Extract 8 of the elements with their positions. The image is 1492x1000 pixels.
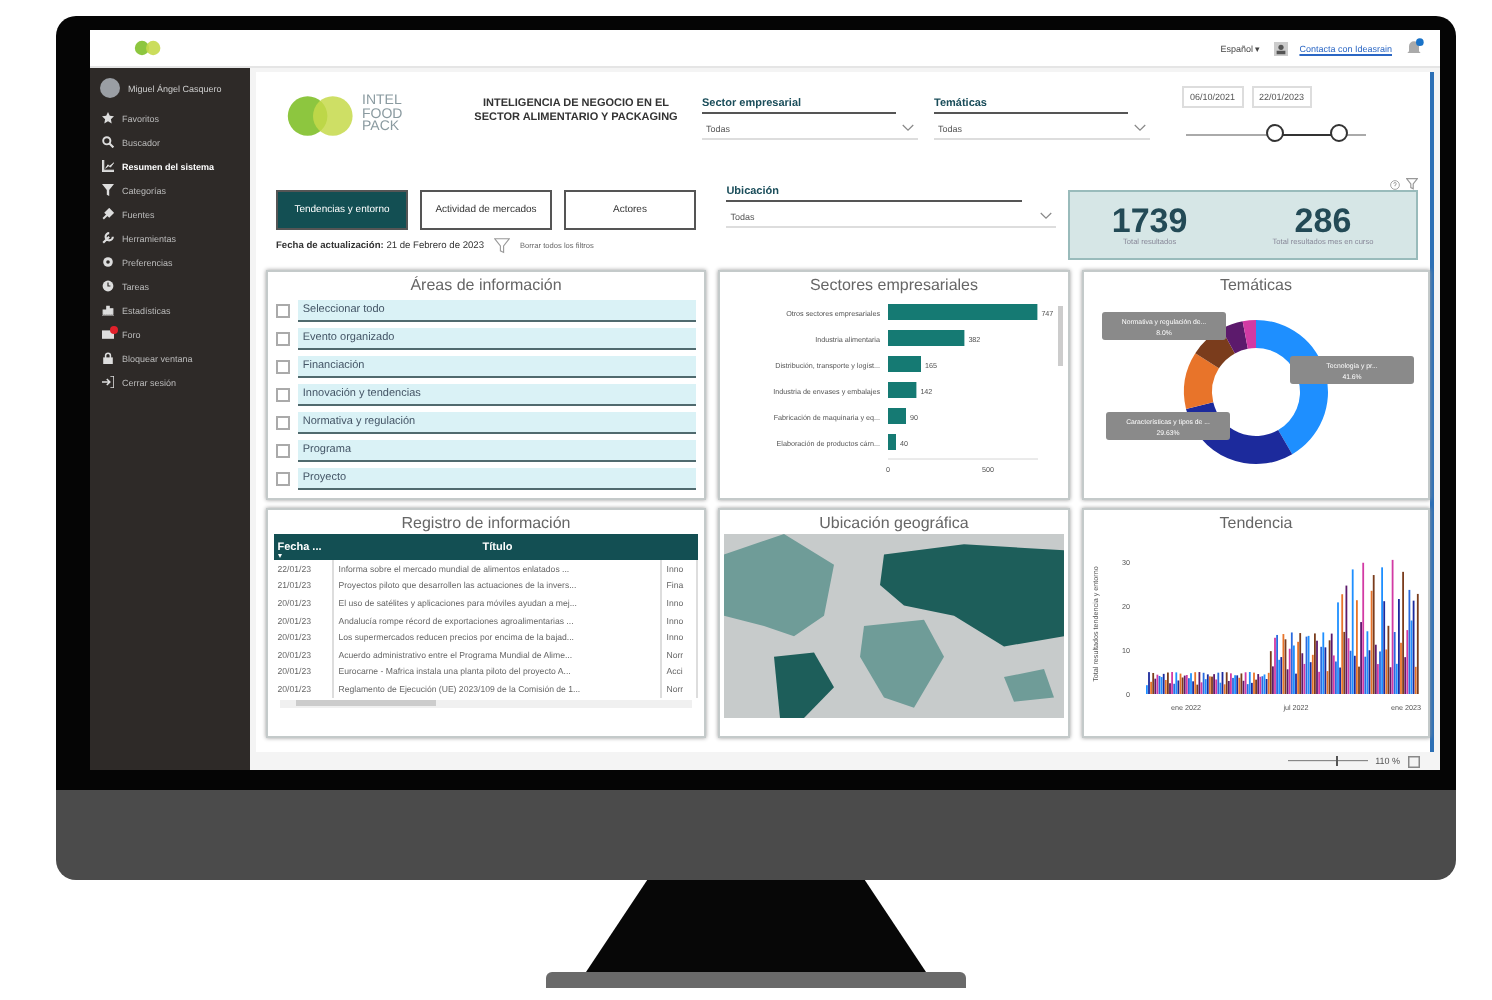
panel-title: Temáticas (1219, 274, 1292, 296)
kpi-value: 1739 (1111, 203, 1188, 239)
panel-title: Tendencia (1219, 512, 1293, 534)
panel-title: Áreas de información (410, 274, 562, 296)
panel-title: Sectores empresariales (809, 274, 979, 296)
panel-title: Registro de información (401, 512, 571, 534)
kpi-value: 286 (1294, 203, 1352, 239)
panel-title: Ubicación geográfica (819, 512, 969, 534)
